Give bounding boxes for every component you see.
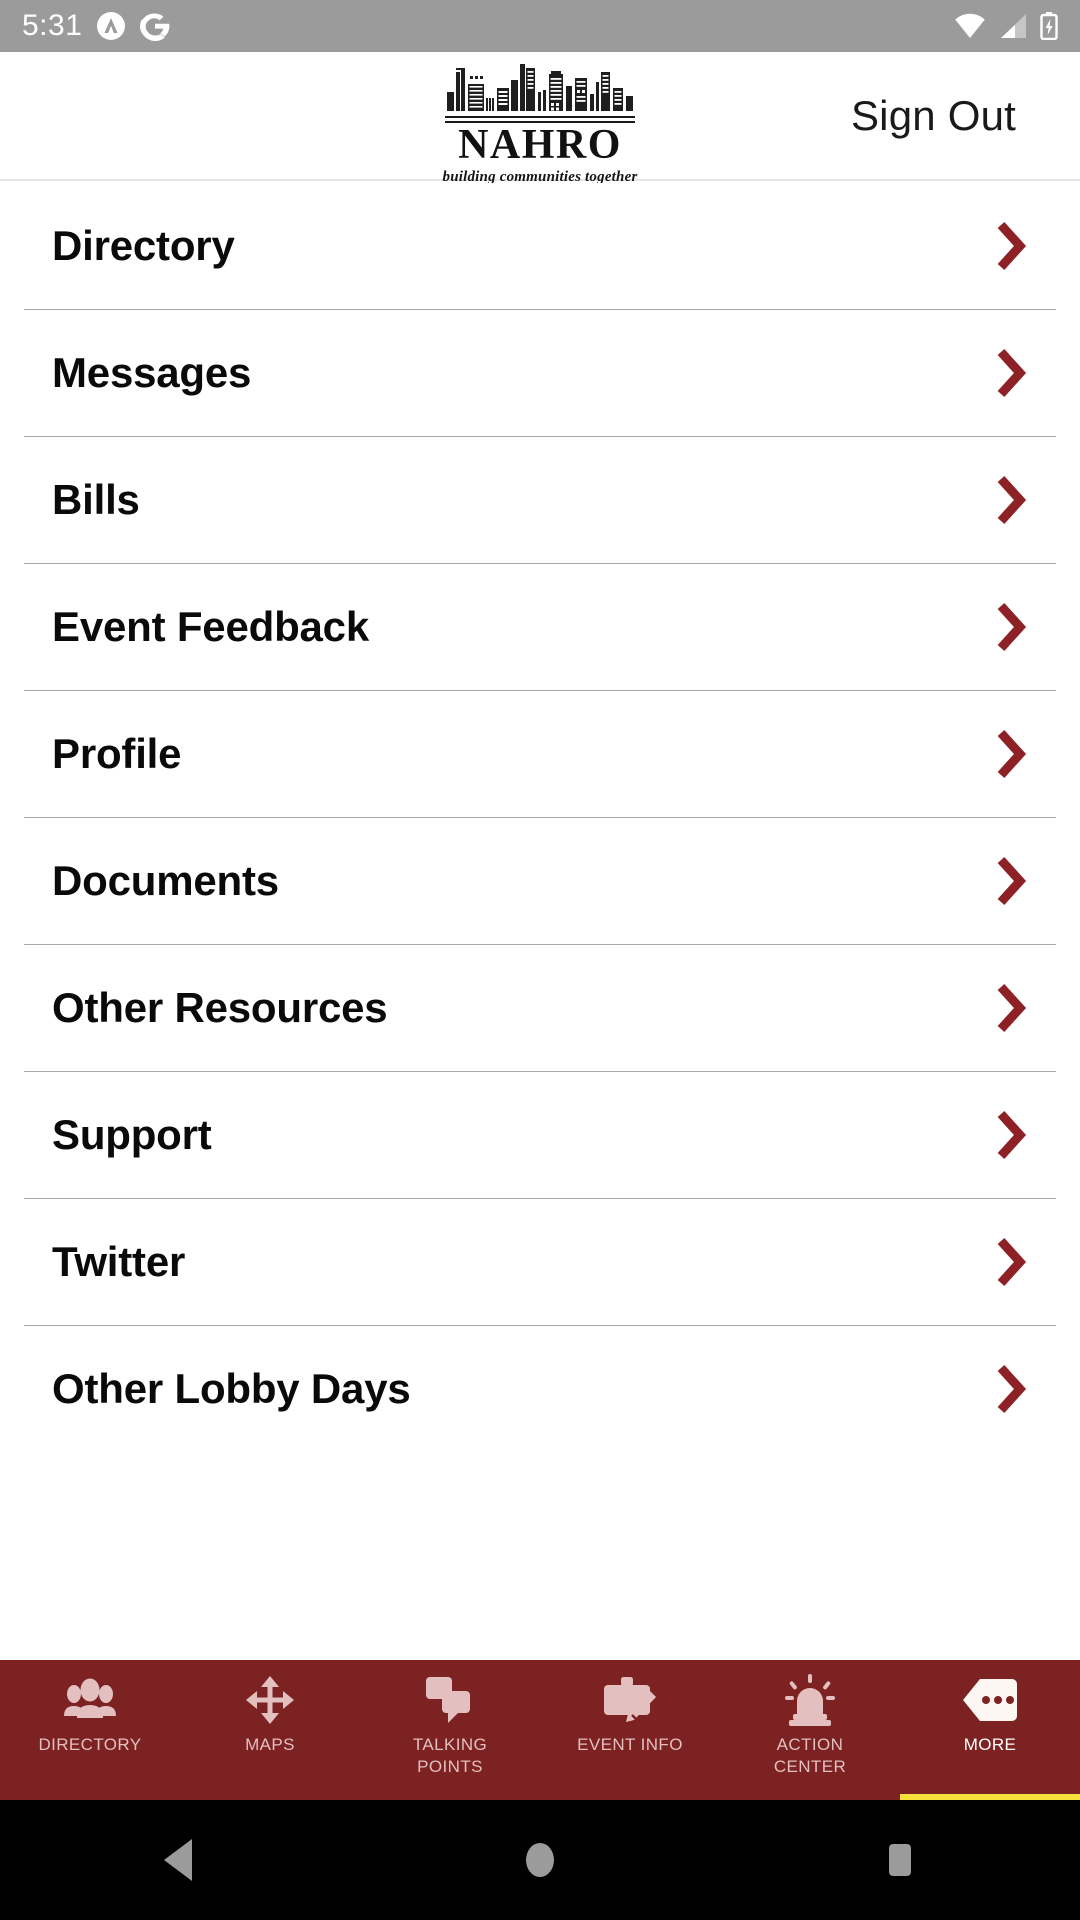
- nahro-logo: NAHRO building communities together: [424, 62, 656, 186]
- wifi-icon: [954, 13, 986, 39]
- status-bar-right: [954, 12, 1058, 40]
- app-screen: 5:31 NAHRO building communities together…: [0, 0, 1080, 1920]
- google-icon: [140, 11, 170, 41]
- tab-label-line1: TALKING: [412, 1735, 488, 1754]
- chevron-right-icon: [997, 221, 1027, 271]
- move-arrows-icon: [245, 1674, 295, 1726]
- menu-item-profile[interactable]: Profile: [0, 691, 1080, 817]
- tab-maps[interactable]: Maps: [180, 1660, 360, 1800]
- home-button[interactable]: [450, 1837, 630, 1883]
- tab-label-line1: ACTION: [776, 1735, 844, 1754]
- siren-icon: [785, 1674, 835, 1726]
- chevron-right-icon: [997, 856, 1027, 906]
- more-menu-list: Directory Messages Bills Event Feedback: [0, 183, 1080, 1452]
- back-button[interactable]: [90, 1837, 270, 1883]
- tab-label: ACTION CENTER: [774, 1734, 846, 1778]
- briefcase-pencil-icon: [604, 1674, 656, 1726]
- chevron-right-icon: [997, 1110, 1027, 1160]
- menu-item-label: Messages: [52, 349, 252, 396]
- logo-wordmark: NAHRO: [458, 122, 622, 168]
- recents-square-icon: [889, 1844, 911, 1876]
- menu-item-label: Support: [52, 1111, 212, 1158]
- chevron-right-icon: [997, 602, 1027, 652]
- people-group-icon: [62, 1674, 118, 1726]
- menu-item-label: Twitter: [52, 1238, 186, 1285]
- bottom-tab-bar: Directory Maps TALKIN: [0, 1660, 1080, 1800]
- menu-item-label: Bills: [52, 476, 140, 523]
- tab-label: Event Info: [577, 1735, 683, 1754]
- tab-more[interactable]: More: [900, 1660, 1080, 1800]
- menu-item-other-lobby-days[interactable]: Other Lobby Days: [0, 1326, 1080, 1452]
- app-header: NAHRO building communities together Sign…: [0, 52, 1080, 185]
- chevron-right-icon: [997, 475, 1027, 525]
- chevron-right-icon: [997, 983, 1027, 1033]
- ellipsis-tag-icon: [962, 1674, 1018, 1726]
- tab-action-center[interactable]: ACTION CENTER: [720, 1660, 900, 1800]
- menu-item-directory[interactable]: Directory: [0, 183, 1080, 309]
- city-skyline-icon: [447, 64, 633, 111]
- tab-label: Directory: [38, 1735, 142, 1754]
- menu-item-label: Profile: [52, 730, 182, 777]
- menu-item-other-resources[interactable]: Other Resources: [0, 945, 1080, 1071]
- status-bar-clock: 5:31: [22, 9, 83, 42]
- tab-directory[interactable]: Directory: [0, 1660, 180, 1800]
- menu-item-documents[interactable]: Documents: [0, 818, 1080, 944]
- battery-charging-icon: [1040, 12, 1058, 40]
- menu-item-event-feedback[interactable]: Event Feedback: [0, 564, 1080, 690]
- recents-button[interactable]: [810, 1837, 990, 1883]
- adobe-icon: [96, 11, 126, 41]
- sign-out-button[interactable]: Sign Out: [851, 92, 1016, 140]
- chat-bubbles-icon: [424, 1674, 476, 1726]
- tab-label-line2: POINTS: [417, 1756, 483, 1776]
- back-triangle-icon: [164, 1839, 192, 1881]
- menu-item-messages[interactable]: Messages: [0, 310, 1080, 436]
- tab-label: More: [963, 1735, 1017, 1754]
- menu-item-twitter[interactable]: Twitter: [0, 1199, 1080, 1325]
- menu-item-label: Directory: [52, 222, 235, 269]
- status-bar: 5:31: [0, 0, 1080, 52]
- tab-label: TALKING POINTS: [413, 1734, 487, 1778]
- tab-label: Maps: [245, 1735, 295, 1754]
- tab-event-info[interactable]: Event Info: [540, 1660, 720, 1800]
- chevron-right-icon: [997, 1237, 1027, 1287]
- cellular-signal-icon: [998, 13, 1028, 39]
- chevron-right-icon: [997, 729, 1027, 779]
- tab-label-line2: CENTER: [773, 1756, 847, 1776]
- menu-item-support[interactable]: Support: [0, 1072, 1080, 1198]
- status-bar-left: 5:31: [22, 11, 170, 41]
- android-navigation-bar: [0, 1800, 1080, 1920]
- menu-item-label: Other Resources: [52, 984, 388, 1031]
- home-circle-icon: [526, 1843, 554, 1877]
- menu-item-bills[interactable]: Bills: [0, 437, 1080, 563]
- menu-item-label: Documents: [52, 857, 279, 904]
- tab-talking-points[interactable]: TALKING POINTS: [360, 1660, 540, 1800]
- menu-item-label: Other Lobby Days: [52, 1365, 411, 1412]
- menu-item-label: Event Feedback: [52, 603, 369, 650]
- chevron-right-icon: [997, 348, 1027, 398]
- chevron-right-icon: [997, 1364, 1027, 1414]
